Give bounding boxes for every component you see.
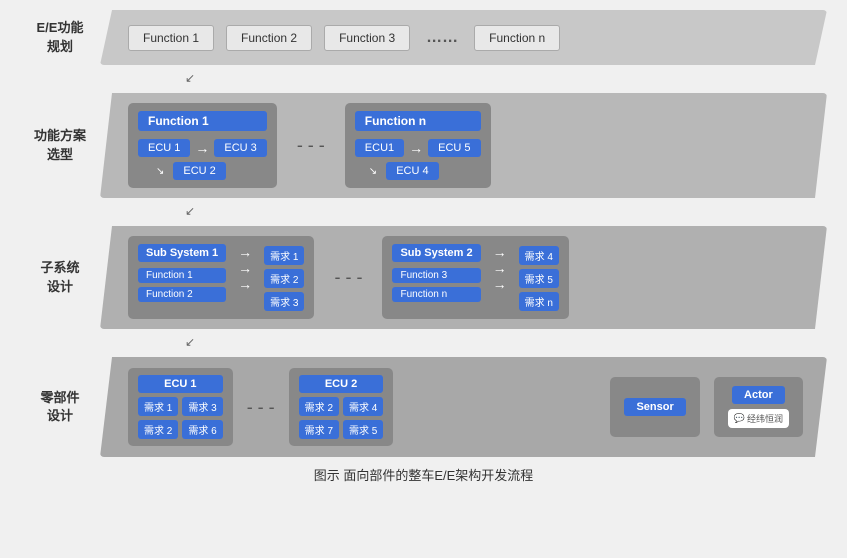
ecu3-box: ECU 3	[214, 139, 266, 157]
row-function-selection: 功能方案选型 Function 1 ECU 1 → ECU 3 ↘ ECU 2 …	[20, 93, 827, 198]
function1-group: Function 1 ECU 1 → ECU 3 ↘ ECU 2	[128, 103, 277, 188]
subsystem1-group: Sub System 1 Function 1 Function 2 →→→ 需…	[128, 236, 314, 319]
func-box-2: Function 2	[226, 25, 312, 51]
row4-label: 零部件设计	[20, 389, 100, 425]
req5: 需求 5	[519, 269, 559, 288]
subsystem2-left: Sub System 2 Function 3 Function n	[392, 244, 480, 302]
wechat-icon: 💬	[734, 413, 745, 424]
req4: 需求 4	[519, 246, 559, 265]
ecu2-component-group: ECU 2 需求 2 需求 4 需求 7 需求 5	[289, 368, 394, 446]
curve-arrow-2: ↙	[20, 204, 827, 220]
row3-band: Sub System 1 Function 1 Function 2 →→→ 需…	[100, 226, 827, 329]
row-subsystem-design: 子系统设计 Sub System 1 Function 1 Function 2…	[20, 226, 827, 329]
func-box-1: Function 1	[128, 25, 214, 51]
req1: 需求 1	[264, 246, 304, 265]
ss1-func2: Function 2	[138, 287, 226, 302]
row4-band: ECU 1 需求 1 需求 3 需求 2 需求 6 - - - ECU 2 需求…	[100, 357, 827, 457]
ecu2-req2: 需求 2	[299, 397, 339, 416]
ss1-func1: Function 1	[138, 268, 226, 283]
ecu2-req-grid: 需求 2 需求 4 需求 7 需求 5	[299, 397, 384, 439]
ecu-row-4: ↘ ECU 4	[355, 162, 481, 180]
func-box-n: Function n	[474, 25, 560, 51]
ecu1-box: ECU 1	[138, 139, 190, 157]
row2-label: 功能方案选型	[20, 127, 100, 163]
row3-label: 子系统设计	[20, 259, 100, 295]
functionn-group: Function n ECU1 → ECU 5 ↘ ECU 4	[345, 103, 491, 188]
ecu5-box: ECU 5	[428, 139, 480, 157]
ecu1-req1: 需求 1	[138, 397, 178, 416]
dots-separator: ……	[422, 29, 462, 47]
subsystem2-title: Sub System 2	[392, 244, 480, 262]
dashed-arrow-row2: - - -	[297, 135, 325, 156]
ecu2-req7: 需求 7	[299, 420, 339, 439]
ecu1-req2: 需求 2	[138, 420, 178, 439]
wechat-badge: 💬 经纬恒润	[728, 409, 789, 428]
actor-group: Actor 💬 经纬恒润	[714, 377, 803, 437]
func-box-3: Function 3	[324, 25, 410, 51]
sensor-title: Sensor	[624, 398, 685, 416]
subsystem1-reqs: 需求 1 需求 2 需求 3	[264, 246, 304, 311]
function1-title: Function 1	[138, 111, 267, 131]
functionn-title: Function n	[355, 111, 481, 131]
ss2-funcn: Function n	[392, 287, 480, 302]
row-ee-planning: E/E功能 规划 Function 1 Function 2 Function …	[20, 10, 827, 65]
curve-arrow-1: ↙	[20, 71, 827, 87]
dashed-arrow-row3: - - -	[334, 267, 362, 288]
row1-band: Function 1 Function 2 Function 3 …… Func…	[100, 10, 827, 65]
ecu1-req6: 需求 6	[182, 420, 222, 439]
row-component-design: 零部件设计 ECU 1 需求 1 需求 3 需求 2 需求 6 - - - EC…	[20, 357, 827, 457]
diagram-caption: 图示 面向部件的整车E/E架构开发流程	[314, 465, 534, 484]
subsystem1-title: Sub System 1	[138, 244, 226, 262]
actor-title: Actor	[732, 386, 785, 404]
reqn: 需求 n	[519, 292, 559, 311]
ecu-row-2: ↘ ECU 2	[138, 162, 267, 180]
dashed-arrow-row4: - - -	[247, 397, 275, 418]
ss2-func3: Function 3	[392, 268, 480, 283]
req2: 需求 2	[264, 269, 304, 288]
ecu-row-3: ECU1 → ECU 5	[355, 139, 481, 157]
ecu2-box: ECU 2	[173, 162, 225, 180]
diagram-container: E/E功能 规划 Function 1 Function 2 Function …	[20, 10, 827, 457]
req3: 需求 3	[264, 292, 304, 311]
ecu1-component-title: ECU 1	[138, 375, 223, 393]
row2-band: Function 1 ECU 1 → ECU 3 ↘ ECU 2 - - - F…	[100, 93, 827, 198]
arrow-ecu1b-ecu5: →	[409, 140, 423, 156]
ecu2-component-title: ECU 2	[299, 375, 384, 393]
ecu1-req-grid: 需求 1 需求 3 需求 2 需求 6	[138, 397, 223, 439]
subsystem2-reqs: 需求 4 需求 5 需求 n	[519, 246, 559, 311]
ecu4-box: ECU 4	[386, 162, 438, 180]
ecu2-req5: 需求 5	[343, 420, 383, 439]
ecu-row-1: ECU 1 → ECU 3	[138, 139, 267, 157]
row1-label: E/E功能 规划	[20, 19, 100, 55]
arrow-ecu1-ecu3: →	[195, 140, 209, 156]
ecu1b-box: ECU1	[355, 139, 404, 157]
wechat-text: 经纬恒润	[747, 412, 783, 425]
ecu1-component-group: ECU 1 需求 1 需求 3 需求 2 需求 6	[128, 368, 233, 446]
sensor-group: Sensor	[610, 377, 699, 437]
ecu2-req4: 需求 4	[343, 397, 383, 416]
subsystem2-group: Sub System 2 Function 3 Function n →→→ 需…	[382, 236, 568, 319]
subsystem1-left: Sub System 1 Function 1 Function 2	[138, 244, 226, 302]
curve-arrow-3: ↙	[20, 335, 827, 351]
ecu1-req3: 需求 3	[182, 397, 222, 416]
